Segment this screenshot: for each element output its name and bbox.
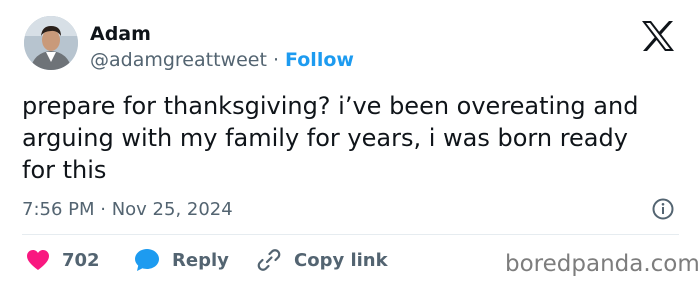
author-handle[interactable]: @adamgreattweet [90,49,267,71]
reply-button[interactable]: Reply [134,246,229,274]
speech-bubble-icon [135,249,159,271]
heart-icon [27,250,49,270]
author-name[interactable]: Adam [90,22,151,46]
avatar[interactable] [24,16,78,70]
like-count: 702 [62,249,100,271]
avatar-image [24,16,78,70]
link-icon [257,249,281,271]
info-icon[interactable] [651,197,675,221]
reply-label: Reply [172,249,229,271]
copy-link-label: Copy link [294,249,388,271]
handle-separator: · [266,49,286,71]
tweet-timestamp[interactable]: 7:56 PM · Nov 25, 2024 [22,198,233,222]
tweet-text: prepare for thanksgiving? i’ve been over… [22,92,639,184]
like-button[interactable]: 702 [26,246,100,274]
author-handle-line: @adamgreattweet · Follow [90,48,354,72]
copy-link-button[interactable]: Copy link [256,246,388,274]
source-watermark: boredpanda.com [505,251,700,277]
follow-button[interactable]: Follow [285,49,354,71]
divider [22,234,679,235]
x-logo-icon[interactable] [640,20,676,52]
